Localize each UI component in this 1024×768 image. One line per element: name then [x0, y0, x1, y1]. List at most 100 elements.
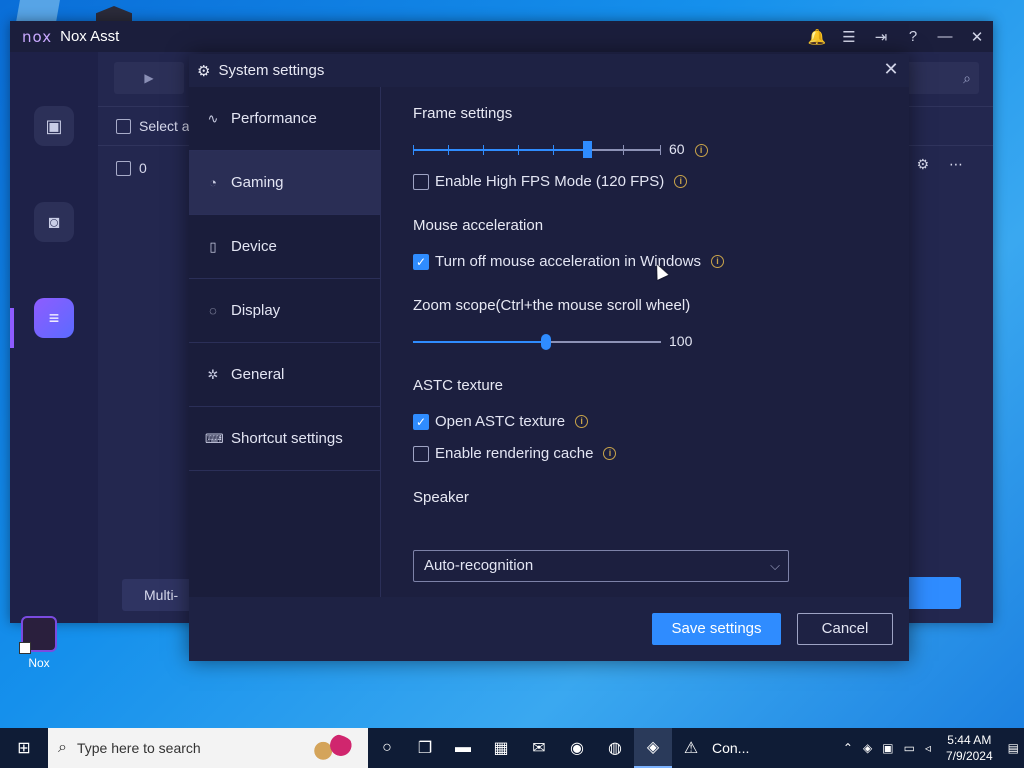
row-actions: ⚙ ⋯ [916, 156, 963, 173]
instances-icon[interactable]: ≡ [34, 298, 74, 338]
system-settings-dialog: ⚙ System settings ✕ ∿ Performance ◔ Gami… [189, 54, 909, 661]
minimize-icon[interactable]: — [929, 28, 961, 46]
running-app-icon[interactable]: ⚠ [672, 728, 710, 768]
nav-label: Device [231, 238, 277, 255]
running-app-label[interactable]: Con... [712, 740, 749, 756]
info-icon[interactable]: i [603, 447, 617, 460]
info-icon[interactable]: i [694, 143, 708, 157]
windows-start-icon[interactable]: ⊞ [0, 728, 48, 768]
nav-item-performance[interactable]: ∿ Performance [189, 87, 380, 151]
nox-tray-icon[interactable]: ◈ [863, 741, 872, 755]
nox-app-icon [19, 616, 57, 654]
nav-item-display[interactable]: ◌ Display [189, 279, 380, 343]
open-astc-checkbox[interactable]: ✓ [413, 413, 429, 430]
network-icon[interactable]: ▭ [904, 741, 915, 755]
high-fps-checkbox[interactable] [413, 173, 429, 190]
camera-icon[interactable]: ▣ [882, 741, 893, 755]
slider-tick [483, 145, 484, 155]
settings-nav: ∿ Performance ◔ Gaming ▯ Device ◌ Displa… [189, 87, 381, 597]
high-fps-label: Enable High FPS Mode (120 FPS) [435, 173, 665, 190]
puzzle-icon: ✲ [207, 366, 219, 382]
export-icon[interactable]: ⇥ [865, 28, 897, 46]
slider-fill [413, 341, 546, 343]
notification-icon[interactable]: ▤ [1008, 741, 1019, 755]
close-icon[interactable]: ✕ [961, 28, 993, 46]
cortana-icon[interactable]: ○ [368, 728, 406, 768]
open-astc-row[interactable]: ✓ Open ASTC texture i [413, 413, 589, 430]
row-checkbox[interactable] [116, 160, 131, 176]
info-icon[interactable]: i [575, 415, 589, 428]
cancel-button[interactable]: Cancel [797, 613, 893, 645]
search-icon: ⌕ [58, 739, 67, 756]
slider-thumb[interactable] [582, 141, 592, 158]
select-all-label: Select a [139, 118, 190, 134]
nav-item-device[interactable]: ▯ Device [189, 215, 380, 279]
info-icon[interactable]: i [710, 255, 724, 268]
settings-icon[interactable]: ⚙ [916, 156, 929, 173]
gaming-settings-panel: Frame settings 60 i Enable High FPS Mode … [382, 87, 909, 597]
menu-icon[interactable]: ☰ [833, 28, 865, 46]
speaker-select[interactable]: Auto-recognition ⌵ [413, 550, 789, 582]
taskbar-search[interactable]: ⌕ Type here to search [48, 728, 368, 768]
chrome-icon[interactable]: ◉ [558, 728, 596, 768]
zoom-scope-slider[interactable] [413, 334, 661, 350]
nav-label: Shortcut settings [231, 430, 343, 447]
add-instance-button[interactable] [901, 577, 961, 609]
clock-date: 7/9/2024 [945, 749, 993, 763]
dialog-footer: Save settings Cancel [189, 597, 909, 661]
search-highlight-image [310, 734, 354, 762]
clock[interactable]: 5:44 AM 7/9/2024 [946, 732, 993, 764]
speaker-title: Speaker [413, 489, 469, 506]
store-icon[interactable]: ◙ [34, 202, 74, 242]
high-fps-row[interactable]: Enable High FPS Mode (120 FPS) i [413, 173, 688, 190]
bell-icon[interactable]: 🔔 [801, 28, 833, 46]
volume-icon[interactable]: ◃ [925, 741, 931, 755]
mail-icon[interactable]: ✉ [520, 728, 558, 768]
chevron-down-icon: ⌵ [770, 558, 780, 573]
task-view-icon[interactable]: ❐ [406, 728, 444, 768]
device-icon: ▯ [209, 238, 217, 254]
active-indicator [10, 308, 14, 348]
mouse-acceleration-title: Mouse acceleration [413, 217, 544, 234]
select-all-checkbox[interactable] [116, 118, 131, 134]
desktop-icon-partial[interactable] [16, 0, 60, 22]
desktop-shortcut-label: Nox [28, 656, 50, 670]
more-icon[interactable]: ⋯ [949, 156, 963, 173]
slider-tick [623, 145, 624, 155]
nav-item-general[interactable]: ✲ General [189, 343, 380, 407]
store-icon[interactable]: ▦ [482, 728, 520, 768]
nav-item-gaming[interactable]: ◔ Gaming [189, 151, 380, 215]
tray-chevron-icon[interactable]: ⌃ [843, 741, 853, 755]
nox-taskbar-icon[interactable]: ◈ [634, 728, 672, 768]
folder-icon[interactable]: ▣ [34, 106, 74, 146]
frame-rate-slider[interactable] [413, 141, 661, 158]
slider-tick [413, 145, 414, 155]
firefox-icon[interactable]: ◍ [596, 728, 634, 768]
mouse-acceleration-row[interactable]: ✓ Turn off mouse acceleration in Windows… [413, 253, 724, 270]
slider-thumb[interactable] [540, 334, 551, 350]
palette-icon: ◌ [209, 303, 217, 318]
rendering-cache-checkbox[interactable] [413, 445, 429, 462]
desktop-shortcut-nox[interactable]: Nox [14, 616, 64, 670]
search-placeholder: Type here to search [76, 740, 201, 756]
play-icon[interactable]: ▶ [114, 62, 184, 94]
mouse-acceleration-checkbox[interactable]: ✓ [413, 253, 429, 270]
shortcut-arrow-icon [19, 642, 31, 654]
slider-tick [553, 145, 554, 155]
zoom-scope-value: 100 [669, 333, 693, 349]
dialog-close-icon[interactable]: ✕ [881, 59, 901, 79]
info-icon[interactable]: i [674, 175, 688, 188]
slider-tick [448, 145, 449, 155]
help-icon[interactable]: ? [897, 28, 929, 46]
nav-label: General [231, 366, 285, 383]
frame-rate-value: 60 i [669, 141, 708, 157]
file-explorer-icon[interactable]: ▬ [444, 728, 482, 768]
rendering-cache-row[interactable]: Enable rendering cache i [413, 445, 617, 462]
gamepad-icon: ◔ [209, 175, 217, 190]
clock-time: 5:44 AM [947, 733, 992, 747]
slider-fill [413, 149, 587, 151]
save-settings-button[interactable]: Save settings [652, 613, 781, 645]
taskbar: ⊞ ⌕ Type here to search ○ ❐ ▬ ▦ ✉ ◉ ◍ ◈ … [0, 728, 1024, 768]
nav-item-shortcut-settings[interactable]: ⌨ Shortcut settings [189, 407, 380, 471]
zoom-scope-title: Zoom scope(Ctrl+the mouse scroll wheel) [413, 297, 691, 314]
